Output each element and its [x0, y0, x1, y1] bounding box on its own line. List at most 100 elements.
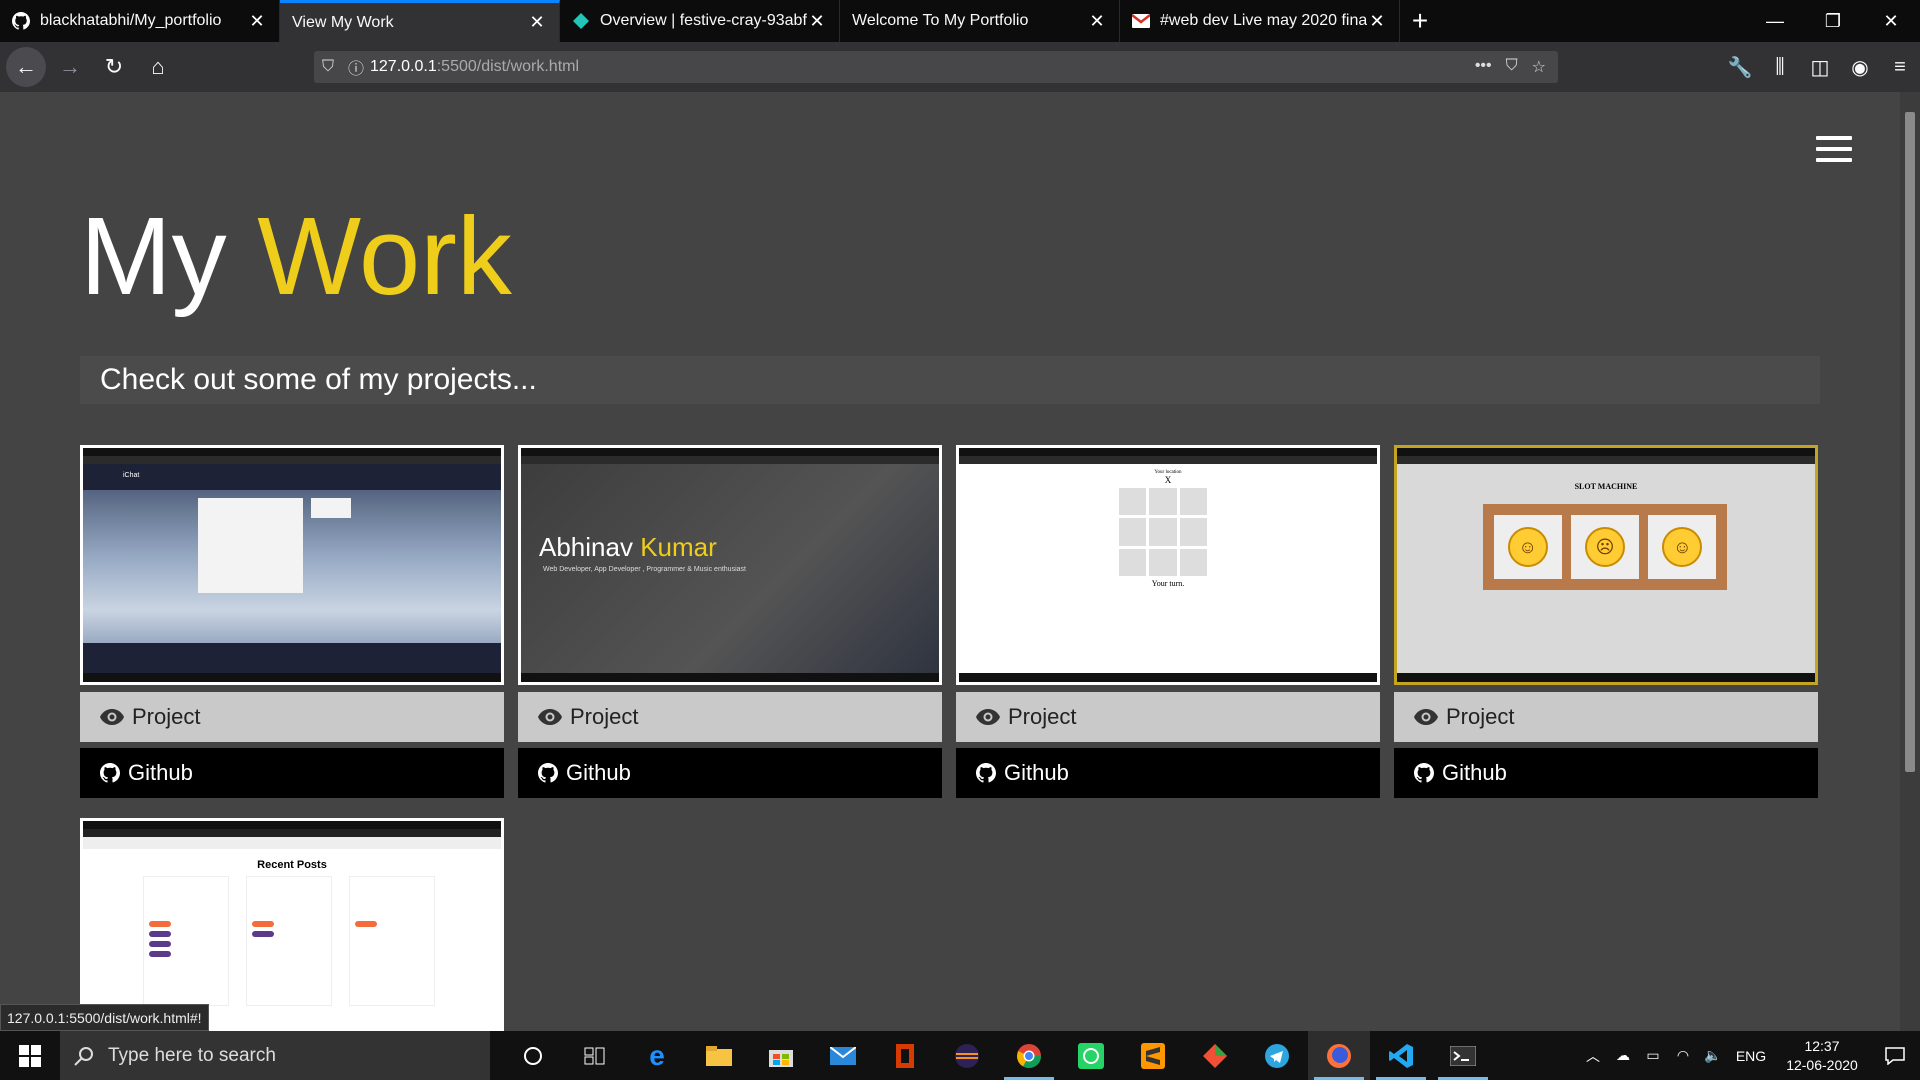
- file-explorer-icon[interactable]: [688, 1031, 750, 1080]
- restore-button[interactable]: ❐: [1804, 0, 1862, 42]
- store-icon[interactable]: [750, 1031, 812, 1080]
- link-status-url: 127.0.0.1:5500/dist/work.html#!: [0, 1004, 209, 1031]
- project-screenshot[interactable]: iChat: [80, 445, 504, 685]
- close-icon[interactable]: ✕: [527, 12, 547, 33]
- onedrive-icon[interactable]: ☁: [1608, 1047, 1638, 1064]
- close-icon[interactable]: ✕: [1087, 11, 1107, 32]
- tab-title: blackhatabhi/My_portfolio: [40, 12, 222, 29]
- info-icon[interactable]: ⓘ: [342, 55, 370, 79]
- project-screenshot[interactable]: Your location X Your turn.: [956, 445, 1380, 685]
- cortana-icon[interactable]: [502, 1031, 564, 1080]
- button-label: Github: [128, 760, 193, 785]
- button-label: Project: [1008, 704, 1077, 729]
- terminal-icon[interactable]: [1432, 1031, 1494, 1080]
- vscode-icon[interactable]: [1370, 1031, 1432, 1080]
- git-icon[interactable]: [1184, 1031, 1246, 1080]
- sidebar-icon[interactable]: ◫: [1800, 55, 1840, 80]
- button-label: Project: [1446, 704, 1515, 729]
- close-window-button[interactable]: ✕: [1862, 0, 1920, 42]
- whatsapp-icon[interactable]: [1060, 1031, 1122, 1080]
- language-indicator[interactable]: ENG: [1728, 1048, 1774, 1064]
- menu-icon[interactable]: ≡: [1880, 56, 1920, 79]
- clock[interactable]: 12:37 12-06-2020: [1774, 1037, 1870, 1075]
- pocket-icon[interactable]: ⛉: [1506, 57, 1518, 77]
- home-icon: ⌂: [151, 54, 165, 79]
- button-label: Github: [1442, 760, 1507, 785]
- button-label: Project: [570, 704, 639, 729]
- close-icon[interactable]: ✕: [807, 11, 827, 32]
- volume-icon[interactable]: 🔈: [1698, 1047, 1728, 1064]
- tab-gmail[interactable]: #web dev Live may 2020 final p ✕: [1120, 0, 1400, 42]
- heading-part1: My: [80, 195, 227, 318]
- wifi-icon[interactable]: ◠: [1668, 1047, 1698, 1064]
- hamburger-menu-icon[interactable]: [1816, 136, 1852, 164]
- notification-icon[interactable]: [1870, 1046, 1920, 1065]
- view-project-button[interactable]: Project: [518, 692, 942, 742]
- forward-button[interactable]: →: [50, 47, 90, 87]
- view-project-button[interactable]: Project: [80, 692, 504, 742]
- home-button[interactable]: ⌂: [138, 47, 178, 87]
- url-bar[interactable]: ⛉ ⓘ 127.0.0.1 :5500/dist/work.html ••• ⛉…: [314, 51, 1558, 83]
- close-icon[interactable]: ✕: [1367, 11, 1387, 32]
- task-view-icon[interactable]: [564, 1031, 626, 1080]
- project-screenshot[interactable]: SLOT MACHINE ☺ ☹ ☺: [1394, 445, 1818, 685]
- account-icon[interactable]: ◉: [1840, 55, 1880, 80]
- tab-view-my-work[interactable]: View My Work ✕: [280, 0, 560, 42]
- preview-text: Web Developer, App Developer , Programme…: [543, 566, 746, 573]
- eclipse-icon[interactable]: [936, 1031, 998, 1080]
- preview-text: Recent Posts: [257, 859, 327, 871]
- office-icon[interactable]: [874, 1031, 936, 1080]
- clock-time: 12:37: [1804, 1037, 1840, 1054]
- project-card: Recent Posts: [80, 818, 504, 1031]
- more-actions-icon[interactable]: •••: [1475, 57, 1492, 77]
- github-button[interactable]: Github: [956, 748, 1380, 798]
- library-icon[interactable]: ⫼: [1760, 56, 1800, 79]
- github-button[interactable]: Github: [80, 748, 504, 798]
- url-host: 127.0.0.1: [370, 58, 437, 75]
- browser-nav-bar: ← → ↻ ⌂ ⛉ ⓘ 127.0.0.1 :5500/dist/work.ht…: [0, 42, 1920, 92]
- chrome-icon[interactable]: [998, 1031, 1060, 1080]
- view-project-button[interactable]: Project: [956, 692, 1380, 742]
- chevron-up-icon[interactable]: ︿: [1578, 1046, 1608, 1066]
- taskbar-search-box[interactable]: Type here to search: [60, 1031, 490, 1080]
- tab-netlify-overview[interactable]: Overview | festive-cray-93abf9 ✕: [560, 0, 840, 42]
- github-button[interactable]: Github: [518, 748, 942, 798]
- new-tab-button[interactable]: +: [1400, 0, 1440, 42]
- grinning-emoji-icon: ☺: [1507, 527, 1548, 567]
- sublime-text-icon[interactable]: [1122, 1031, 1184, 1080]
- project-screenshot[interactable]: Abhinav Kumar Web Developer, App Develop…: [518, 445, 942, 685]
- eye-icon: [538, 709, 562, 725]
- back-button[interactable]: ←: [6, 47, 46, 87]
- preview-text: X: [1164, 475, 1172, 485]
- page-scrollbar[interactable]: [1900, 92, 1920, 1031]
- netlify-icon: [572, 12, 590, 30]
- page-title: My Work: [80, 202, 512, 312]
- wrench-icon[interactable]: 🔧: [1720, 55, 1760, 80]
- heading-accent: Work: [257, 195, 512, 318]
- start-button[interactable]: [0, 1031, 60, 1080]
- github-button[interactable]: Github: [1394, 748, 1818, 798]
- reload-button[interactable]: ↻: [94, 47, 134, 87]
- project-screenshot[interactable]: Recent Posts: [80, 818, 504, 1031]
- firefox-icon[interactable]: [1308, 1031, 1370, 1080]
- search-placeholder: Type here to search: [108, 1044, 276, 1066]
- shield-icon[interactable]: ⛉: [314, 58, 342, 76]
- button-label: Project: [132, 704, 201, 729]
- telegram-icon[interactable]: [1246, 1031, 1308, 1080]
- scrollbar-thumb[interactable]: [1905, 112, 1915, 772]
- mail-icon[interactable]: [812, 1031, 874, 1080]
- minimize-button[interactable]: —: [1746, 0, 1804, 42]
- battery-icon[interactable]: ▭: [1638, 1047, 1668, 1064]
- eye-icon: [1414, 709, 1438, 725]
- github-icon: [538, 763, 558, 783]
- browser-tab-bar: blackhatabhi/My_portfolio ✕ View My Work…: [0, 0, 1920, 42]
- view-project-button[interactable]: Project: [1394, 692, 1818, 742]
- bookmark-star-icon[interactable]: ☆: [1532, 57, 1546, 77]
- github-icon: [12, 12, 30, 30]
- close-icon[interactable]: ✕: [247, 11, 267, 32]
- tab-welcome-portfolio[interactable]: Welcome To My Portfolio ✕: [840, 0, 1120, 42]
- url-path: :5500/dist/work.html: [436, 58, 580, 75]
- edge-icon[interactable]: e: [626, 1031, 688, 1080]
- arrow-left-icon: ←: [15, 54, 37, 79]
- tab-github-portfolio[interactable]: blackhatabhi/My_portfolio ✕: [0, 0, 280, 42]
